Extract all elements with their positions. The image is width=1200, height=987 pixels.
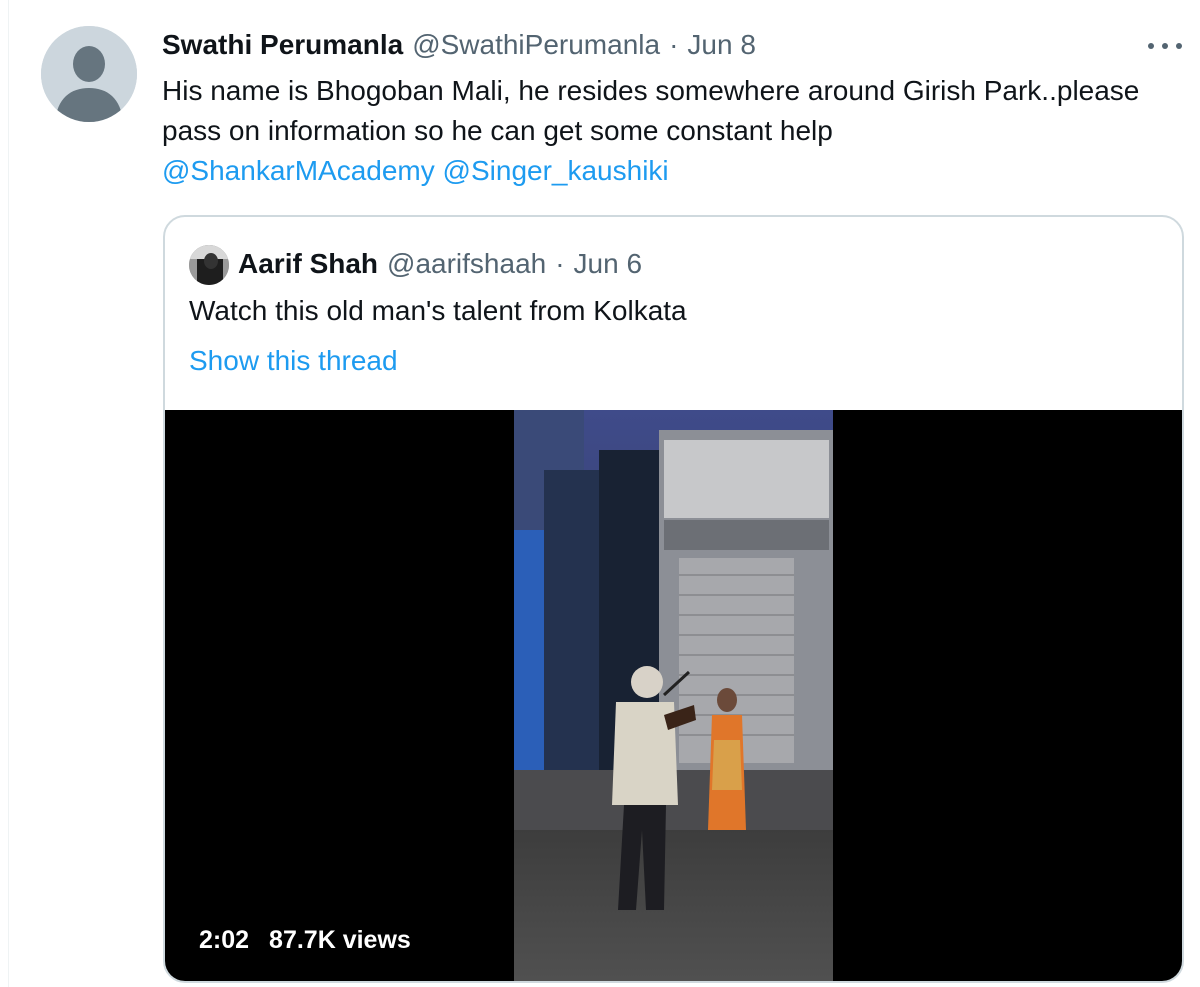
profile-photo-icon	[189, 245, 229, 285]
tweet-header: Swathi Perumanla @SwathiPerumanla · Jun …	[162, 28, 756, 62]
tweet-text: His name is Bhogoban Mali, he resides so…	[162, 75, 1140, 146]
video-duration: 2:02	[199, 925, 250, 954]
quoted-tweet-text: Watch this old man's talent from Kolkata	[189, 295, 687, 326]
quoted-tweet-header: Aarif Shah @aarifshaah · Jun 6	[238, 246, 642, 282]
author-handle[interactable]: @SwathiPerumanla	[412, 28, 660, 62]
mention-link[interactable]: @ShankarMAcademy	[162, 155, 435, 186]
video-thumbnail	[514, 410, 833, 981]
timeline-divider	[8, 0, 9, 987]
more-options-button[interactable]	[1148, 36, 1182, 56]
video-player[interactable]: 2:02 87.7K views	[165, 410, 1182, 981]
quoted-author-name[interactable]: Aarif Shah	[238, 246, 378, 282]
show-thread-link[interactable]: Show this thread	[189, 342, 398, 380]
default-profile-icon	[41, 26, 137, 122]
video-views: 87.7K views	[269, 925, 411, 954]
mention-link[interactable]: @Singer_kaushiki	[443, 155, 669, 186]
author-name[interactable]: Swathi Perumanla	[162, 28, 403, 62]
quoted-tweet-date[interactable]: Jun 6	[574, 246, 643, 282]
more-horizontal-icon	[1148, 43, 1154, 49]
quoted-header-separator: ·	[555, 248, 565, 279]
tweet-date[interactable]: Jun 8	[687, 28, 756, 62]
video-frame-image	[514, 410, 833, 981]
quoted-author-handle[interactable]: @aarifshaah	[387, 246, 546, 282]
quoted-tweet-card[interactable]: Aarif Shah @aarifshaah · Jun 6 Watch thi…	[163, 215, 1184, 983]
header-separator: ·	[669, 29, 679, 60]
tweet-body: His name is Bhogoban Mali, he resides so…	[162, 71, 1172, 191]
author-avatar[interactable]	[41, 26, 137, 122]
video-meta: 2:02 87.7K views	[199, 922, 411, 958]
quoted-author-avatar[interactable]	[189, 245, 229, 285]
